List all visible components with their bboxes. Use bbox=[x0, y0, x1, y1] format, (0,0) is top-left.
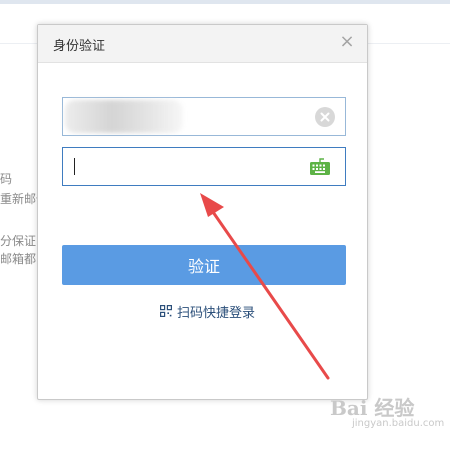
bg-text-fragment-1: 码 bbox=[0, 172, 13, 186]
clear-icon[interactable] bbox=[315, 107, 335, 127]
dialog-header: 身份验证 × bbox=[38, 25, 367, 63]
password-input[interactable] bbox=[63, 148, 303, 185]
identity-verification-dialog: 身份验证 × 验证 扫码快捷登录 bbox=[37, 24, 368, 400]
password-field[interactable] bbox=[62, 147, 346, 186]
bg-text-fragment-3: 分保证 bbox=[0, 234, 37, 248]
dialog-title: 身份验证 bbox=[53, 39, 106, 54]
bg-text-fragment-4: 邮箱都 bbox=[0, 252, 37, 266]
qr-login-label: 扫码快捷登录 bbox=[177, 305, 256, 321]
username-blurred-value bbox=[65, 100, 183, 133]
watermark-url: jingyan.baidu.com bbox=[352, 418, 445, 429]
verify-button[interactable]: 验证 bbox=[62, 245, 346, 285]
watermark-logo-text: Bai 经验 bbox=[330, 396, 415, 420]
username-field[interactable] bbox=[62, 97, 346, 136]
text-cursor bbox=[74, 158, 75, 175]
browser-top-strip bbox=[0, 0, 450, 4]
close-button[interactable]: × bbox=[337, 32, 357, 52]
qr-login-link[interactable]: 扫码快捷登录 bbox=[160, 303, 256, 321]
qr-code-icon bbox=[160, 305, 172, 317]
baidu-jingyan-watermark: Bai 经验 jingyan.baidu.com bbox=[330, 392, 448, 442]
keyboard-icon[interactable] bbox=[309, 158, 331, 176]
